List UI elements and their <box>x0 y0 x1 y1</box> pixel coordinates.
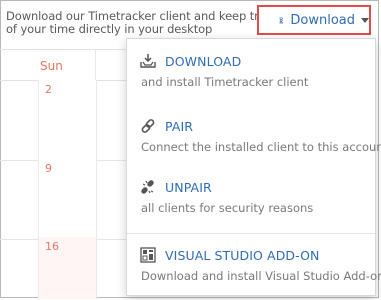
info-line-2: of your time directly in your desktop <box>6 22 213 36</box>
menu-item-description: Connect the installed client to this acc… <box>141 140 381 154</box>
visual-studio-icon <box>140 247 156 263</box>
calendar-week-row: 9 <box>0 159 130 240</box>
day-number: 9 <box>45 162 52 175</box>
download-button[interactable]: Download <box>257 5 371 35</box>
menu-item-title: UNPAIR <box>165 180 212 195</box>
menu-item-title: VISUAL STUDIO ADD-ON <box>165 248 320 263</box>
calendar-week-row: 16 <box>0 237 130 299</box>
menu-item-unpair[interactable]: UNPAIR all clients for security reasons <box>127 180 375 220</box>
day-number: 2 <box>45 83 52 96</box>
download-button-label: Download <box>290 12 355 28</box>
menu-item-pair[interactable]: PAIR Connect the installed client to thi… <box>127 119 381 159</box>
menu-item-visual-studio-addon[interactable]: VISUAL STUDIO ADD-ON Download and instal… <box>127 247 381 288</box>
calendar-day-cell[interactable]: 16 <box>38 237 97 299</box>
menu-item-title: DOWNLOAD <box>165 54 242 69</box>
calendar-header <box>0 49 130 81</box>
menu-item-description: Download and install Visual Studio Add-o… <box>141 269 381 283</box>
hourglass-icon <box>279 17 283 23</box>
chevron-down-icon <box>361 17 369 23</box>
menu-divider <box>127 233 375 234</box>
download-tray-icon <box>140 54 156 68</box>
broken-link-icon <box>141 180 154 194</box>
menu-item-download[interactable]: DOWNLOAD and install Timetracker client <box>127 54 375 94</box>
link-icon <box>141 119 155 133</box>
calendar-day-cell[interactable]: 9 <box>38 159 97 239</box>
menu-item-description: and install Timetracker client <box>141 75 309 89</box>
day-header-sun: Sun <box>40 59 63 73</box>
menu-item-description: all clients for security reasons <box>141 201 314 215</box>
menu-item-title: PAIR <box>165 119 194 134</box>
calendar-day-cell[interactable]: 2 <box>38 80 97 160</box>
calendar-column-divider <box>95 50 96 80</box>
client-info-text: Download our Timetracker client and keep… <box>6 10 279 36</box>
download-dropdown-menu: DOWNLOAD and install Timetracker client … <box>126 38 381 296</box>
day-number: 16 <box>45 240 59 253</box>
calendar-week-row: 2 <box>0 80 130 161</box>
